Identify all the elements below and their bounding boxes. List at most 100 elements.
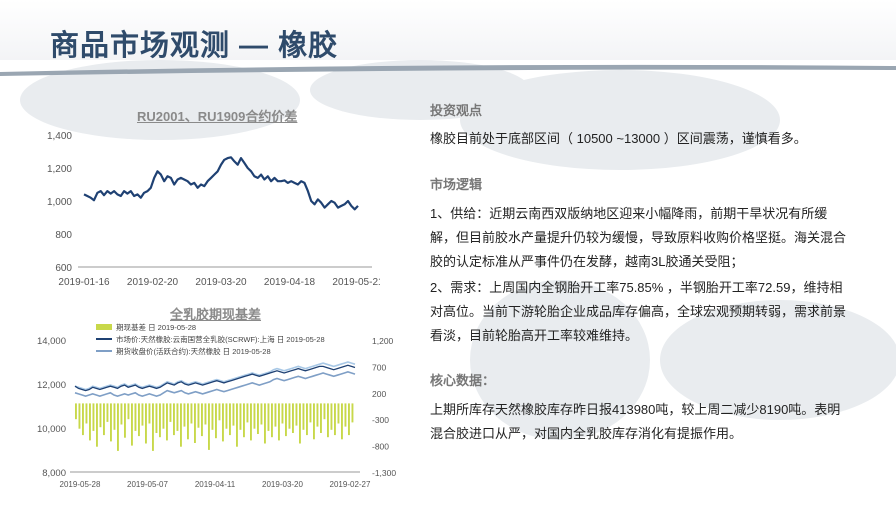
- analysis-panel: 投资观点 橡胶目前处于底部区间（ 10500 ~13000 ）区间震荡，谨慎看多…: [430, 100, 850, 446]
- chart2-basis-bar: [169, 403, 172, 422]
- chart2-basis-bar: [215, 403, 217, 439]
- chart2-basis-bar: [148, 403, 151, 424]
- chart1-xtick-label: 2019-02-20: [127, 277, 179, 288]
- chart2-legend-label: 期现基差 日 2019-05-28: [116, 322, 196, 332]
- chart2-xtick-label: 2019-05-28: [60, 480, 101, 489]
- chart2-basis-bar: [320, 403, 322, 433]
- chart2-basis-bar: [218, 403, 221, 421]
- chart1-xtick-label: 2019-05-21: [332, 277, 380, 288]
- chart2-xtick-label: 2019-03-20: [262, 480, 303, 489]
- chart2-basis-bar: [348, 403, 350, 436]
- chart2-ytick-right-label: 700: [372, 362, 386, 372]
- chart2-basis-bar: [96, 403, 98, 447]
- chart2-basis-bar: [327, 403, 329, 438]
- chart2-basis-bar: [292, 403, 294, 433]
- chart2-basis-bar: [110, 403, 112, 442]
- chart2-basis-bar: [222, 403, 224, 442]
- chart1-xtick-label: 2019-04-18: [264, 277, 316, 288]
- chart2-basis-bar: [236, 403, 238, 447]
- chart2-basis-bar: [78, 403, 81, 429]
- chart1-title: RU2001、RU1909合约价差: [137, 109, 298, 124]
- chart2-legend-label: 期货收盘价(活跃合约):天然橡胶 日 2019-05-28: [116, 346, 271, 356]
- chart2-basis-bar: [145, 403, 147, 444]
- chart1-ytick-label: 1,200: [47, 164, 72, 175]
- chart1-ytick-label: 600: [55, 263, 72, 274]
- chart2-basis-bar: [246, 403, 249, 423]
- chart2-basis-bar: [285, 403, 287, 437]
- chart2-basis-bar: [260, 403, 263, 425]
- chart2-basis-bar: [344, 403, 347, 427]
- chart2-ytick-left-label: 8,000: [42, 468, 66, 479]
- core-text: 上期所库存天然橡胶库存昨日报413980吨，较上周二减少8190吨。表明混合胶进…: [430, 402, 841, 441]
- chart2-basis-bar: [330, 403, 333, 430]
- chart2-basis-bar: [306, 403, 308, 436]
- chart2-basis-bar: [243, 403, 245, 438]
- chart2-basis-bar: [271, 403, 273, 438]
- chart2-basis-bar: [295, 403, 298, 426]
- chart2-basis-bar: [92, 403, 95, 431]
- chart2-series-line: [74, 371, 356, 397]
- chart2-basis-bar: [264, 403, 266, 444]
- chart2-ytick-left-label: 14,000: [37, 336, 66, 347]
- chart2-ytick-left-label: 12,000: [37, 380, 66, 391]
- chart2-basis-bar: [82, 403, 84, 436]
- chart2-xtick-label: 2019-02-27: [330, 480, 371, 489]
- chart1-ytick-label: 1,400: [47, 131, 72, 142]
- chart2-basis-bar: [75, 403, 77, 420]
- logic-supply: 1、供给：近期云南西双版纳地区迎来小幅降雨，前期干旱状况有所缓解，但目前胶水产量…: [430, 206, 847, 269]
- chart2-basis-bar: [127, 403, 130, 420]
- chart2-basis-bar: [253, 403, 256, 429]
- chart2-basis-bar: [334, 403, 336, 436]
- chart2-basis-bar: [141, 403, 144, 426]
- chart1-xtick-label: 2019-01-16: [58, 277, 110, 288]
- chart2-basis-bar: [274, 403, 277, 427]
- chart2-basis-bar: [201, 403, 203, 437]
- chart2-basis-chart: 14,000 12,000 10,000 8,000 1,200 700 200 -300 -8…: [37, 322, 396, 489]
- chart2-basis-bar: [204, 403, 207, 425]
- chart2-basis-bar: [316, 403, 319, 427]
- chart2-basis-bar: [211, 403, 214, 430]
- chart2-basis-bar: [152, 403, 154, 451]
- chart2-basis-bar: [155, 403, 158, 433]
- chart2-basis-bar: [239, 403, 242, 430]
- chart2-basis-bar: [302, 403, 305, 430]
- chart2-basis-bar: [134, 403, 137, 431]
- chart2-basis-bar: [159, 403, 161, 438]
- logic-demand: 2、需求：上周国内全钢胎开工率75.85% ，半钢胎开工率72.59，维持相对高…: [430, 280, 847, 343]
- chart2-ytick-right-label: -800: [372, 442, 389, 452]
- chart2-basis-bar: [267, 403, 270, 431]
- chart2-basis-bar: [337, 403, 340, 424]
- chart2-basis-bar: [225, 403, 228, 429]
- chart2-basis-bar: [162, 403, 165, 429]
- chart2-basis-bar: [257, 403, 259, 434]
- view-heading: 投资观点: [430, 103, 483, 118]
- chart2-basis-bar: [288, 403, 291, 429]
- chart2-basis-bar: [278, 403, 280, 441]
- logic-heading: 市场逻辑: [430, 177, 483, 192]
- chart2-legend-swatch-bar: [96, 324, 112, 330]
- chart2-ytick-right-label: -300: [372, 415, 389, 425]
- chart2-basis-bar: [313, 403, 315, 440]
- chart2-basis-bar: [166, 403, 168, 441]
- chart2-basis-bar: [250, 403, 252, 441]
- chart2-basis-bar: [180, 403, 182, 447]
- chart2-basis-bar: [124, 403, 126, 438]
- chart2-basis-bar: [183, 403, 186, 427]
- chart2-legend-label: 市场价:天然橡胶:云南国营全乳胶(SCRWF):上海 日 2019-05-28: [116, 334, 325, 344]
- chart1-xtick-label: 2019-03-20: [195, 277, 247, 288]
- chart2-basis-bar: [106, 403, 109, 422]
- chart2-basis-bar: [131, 403, 133, 446]
- chart1-series-line: [83, 156, 359, 211]
- chart2-basis-bar: [323, 403, 326, 420]
- chart2-basis-bar: [85, 403, 88, 424]
- core-heading: 核心数据：: [430, 373, 496, 388]
- chart2-ytick-right-label: 1,200: [372, 336, 394, 346]
- chart2-basis-bar: [194, 403, 196, 443]
- page-title: 商品市场观测 — 橡胶: [50, 30, 339, 62]
- chart1-ytick-label: 1,000: [47, 197, 72, 208]
- chart2-basis-bar: [103, 403, 105, 436]
- chart2-ytick-right-label: -1,300: [372, 468, 396, 478]
- chart2-basis-bar: [89, 403, 91, 441]
- chart2-basis-bar: [190, 403, 193, 424]
- chart1-ytick-label: 800: [55, 230, 72, 241]
